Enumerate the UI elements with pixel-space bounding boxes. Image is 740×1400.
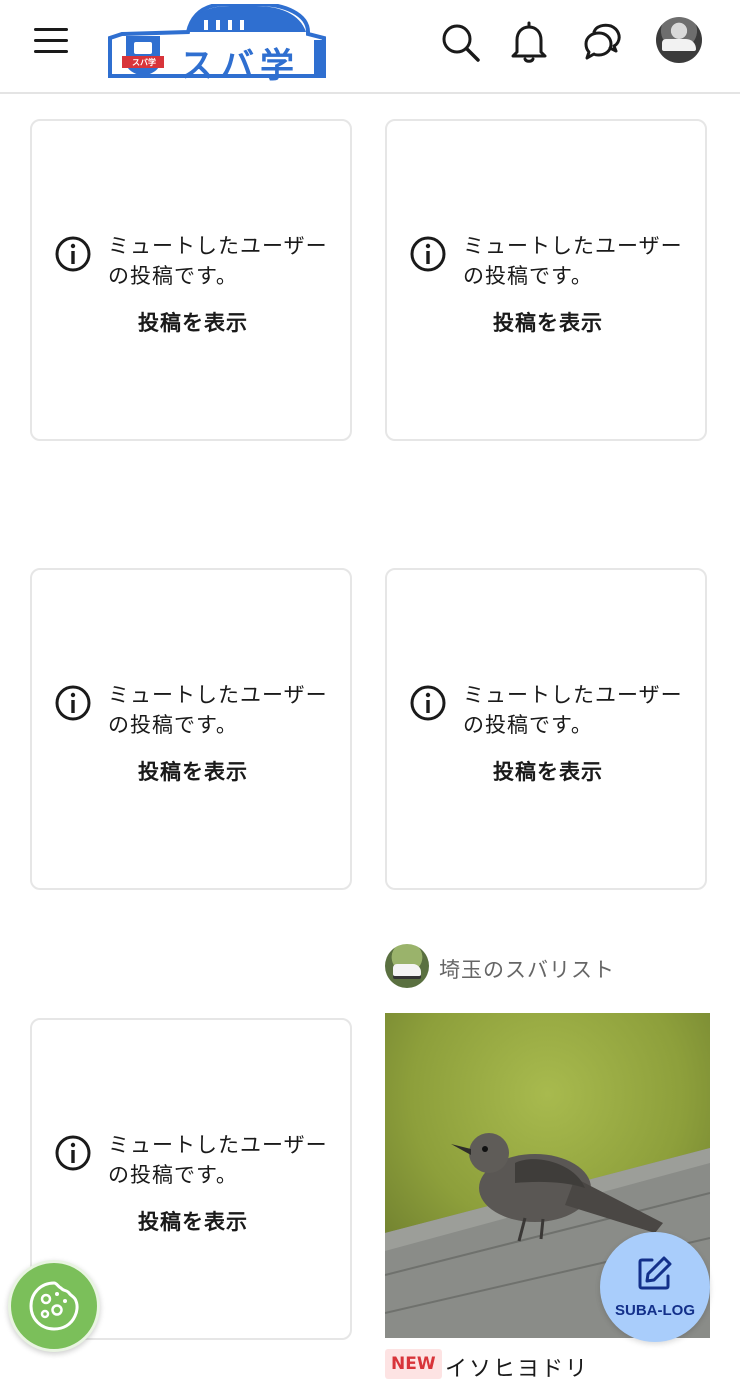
muted-message: ミュートしたユーザーの投稿です。 (108, 683, 328, 737)
info-circle-icon (55, 236, 91, 272)
new-badge: NEW (385, 1349, 442, 1379)
show-post-button[interactable]: 投稿を表示 (32, 756, 354, 786)
info-circle-icon (55, 685, 91, 721)
bell-icon[interactable] (507, 20, 551, 64)
chat-bubbles-icon[interactable] (580, 20, 624, 64)
muted-message: ミュートしたユーザーの投稿です。 (463, 234, 683, 288)
suba-log-button[interactable]: SUBA-LOG (600, 1232, 710, 1342)
muted-post-card: ミュートしたユーザーの投稿です。 投稿を表示 (385, 568, 707, 890)
user-avatar[interactable] (656, 17, 702, 63)
muted-message: ミュートしたユーザーの投稿です。 (108, 234, 328, 288)
hamburger-icon[interactable] (34, 26, 70, 56)
info-circle-icon (410, 236, 446, 272)
info-circle-icon (55, 1135, 91, 1171)
post-author-avatar[interactable] (385, 944, 429, 988)
show-post-button[interactable]: 投稿を表示 (32, 1206, 354, 1236)
logo-badge-text: スバ学 (132, 58, 156, 67)
show-post-button[interactable]: 投稿を表示 (32, 307, 354, 337)
logo[interactable]: スバ学 スバ学 (108, 1, 328, 86)
muted-message: ミュートしたユーザーの投稿です。 (108, 1133, 328, 1187)
page: スバ学 スバ学 ミュートしたユーザーの投稿です。 投稿を表示 ミュートしたユーザ… (0, 0, 740, 1400)
search-icon[interactable] (438, 20, 482, 64)
post-author-name[interactable]: 埼玉のスバリスト (439, 954, 615, 984)
cookie-settings-button[interactable] (8, 1260, 100, 1352)
suba-log-label: SUBA-LOG (615, 1302, 695, 1319)
cookie-icon (29, 1281, 79, 1331)
logo-text: スバ学 (180, 46, 300, 86)
muted-post-card: ミュートしたユーザーの投稿です。 投稿を表示 (30, 568, 352, 890)
info-circle-icon (410, 685, 446, 721)
muted-post-card: ミュートしたユーザーの投稿です。 投稿を表示 (385, 119, 707, 441)
post-title[interactable]: イソヒヨドリ (445, 1351, 589, 1383)
muted-post-card: ミュートしたユーザーの投稿です。 投稿を表示 (30, 119, 352, 441)
show-post-button[interactable]: 投稿を表示 (387, 307, 709, 337)
edit-icon (638, 1256, 672, 1290)
app-header: スバ学 スバ学 (0, 0, 740, 94)
show-post-button[interactable]: 投稿を表示 (387, 756, 709, 786)
muted-message: ミュートしたユーザーの投稿です。 (463, 683, 683, 737)
